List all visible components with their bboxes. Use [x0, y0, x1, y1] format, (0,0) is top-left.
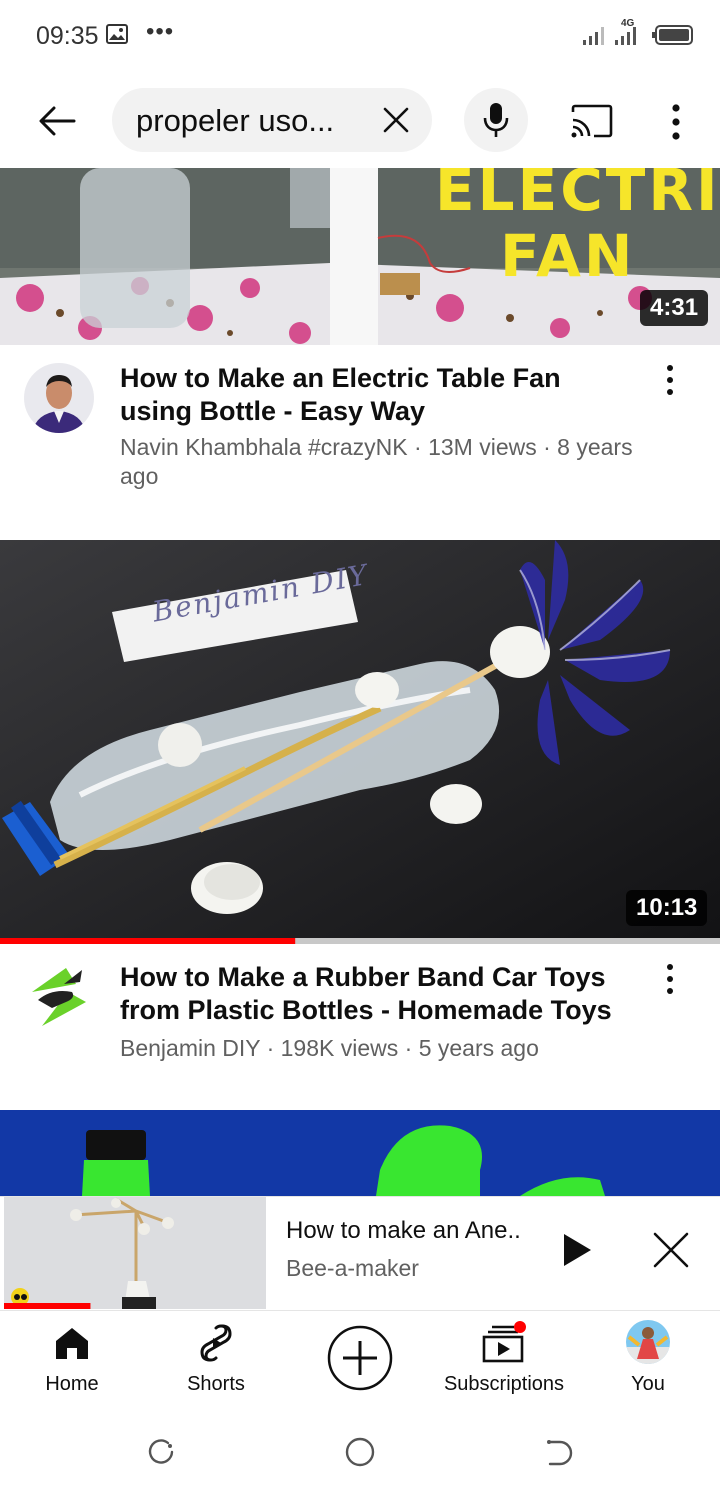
recent-apps-icon[interactable]	[146, 1438, 176, 1468]
close-icon[interactable]	[652, 1231, 690, 1269]
video-meta: Benjamin DIY · 198K views · 5 years ago	[120, 1035, 539, 1061]
nav-subscriptions[interactable]: Subscriptions	[444, 1311, 564, 1411]
mini-player[interactable]: How to make an Ane.. Bee-a-maker	[0, 1196, 720, 1309]
bottom-navigation: Home Shorts Subscriptions You	[0, 1310, 720, 1411]
nav-you[interactable]: You	[588, 1311, 708, 1411]
nav-subscriptions-label: Subscriptions	[443, 1373, 565, 1395]
more-vert-icon[interactable]	[666, 102, 686, 142]
battery-icon	[652, 25, 693, 45]
avatar-image	[24, 962, 94, 1032]
video-more-icon[interactable]	[662, 363, 678, 399]
duration-badge: 4:31	[640, 290, 709, 326]
mini-player-title[interactable]: How to make an Ane..	[286, 1217, 521, 1245]
home-icon	[56, 1328, 88, 1359]
video-title[interactable]: How to Make a Rubber Band Car Toys from …	[120, 961, 640, 1027]
thumbnail-caption: ELECTRIC	[435, 168, 720, 224]
gallery-icon	[106, 24, 128, 44]
thumbnail-caption: FAN	[500, 222, 636, 290]
video-more-icon[interactable]	[662, 962, 678, 998]
nav-shorts-label: Shorts	[187, 1373, 245, 1395]
cast-icon[interactable]	[570, 104, 614, 138]
video-thumbnail[interactable]: Benjamin DIY 10:13	[0, 540, 720, 944]
nav-home[interactable]: Home	[12, 1311, 132, 1411]
thumbnail-image	[0, 540, 720, 944]
back-arrow-icon[interactable]	[36, 100, 78, 142]
mini-player-channel: Bee-a-maker	[286, 1255, 419, 1281]
voice-search-button[interactable]	[464, 88, 528, 152]
mini-thumbnail-image	[4, 1197, 266, 1309]
mic-icon	[483, 103, 509, 137]
search-header: propeler uso...	[0, 78, 720, 168]
avatar-image	[24, 363, 94, 433]
home-button-icon[interactable]	[344, 1436, 376, 1468]
video-info[interactable]: How to Make a Rubber Band Car Toys from …	[0, 944, 720, 1104]
video-thumbnail[interactable]: ELECTRIC FAN 4:31	[0, 168, 720, 345]
duration-badge: 10:13	[626, 890, 708, 926]
signal-4g-icon	[615, 27, 636, 45]
clear-icon[interactable]	[382, 106, 410, 134]
search-input[interactable]: propeler uso...	[112, 88, 432, 152]
mini-progress-bar	[4, 1303, 91, 1309]
nav-create[interactable]	[300, 1311, 420, 1411]
play-icon[interactable]	[562, 1233, 592, 1267]
channel-avatar[interactable]	[24, 962, 94, 1032]
subscriptions-icon	[482, 1321, 526, 1363]
thumbnail-image	[0, 1110, 720, 1196]
nav-home-label: Home	[45, 1373, 99, 1395]
video-thumbnail[interactable]	[0, 1110, 720, 1196]
video-title[interactable]: How to Make an Electric Table Fan using …	[120, 362, 640, 428]
signal-icon	[583, 27, 604, 45]
profile-avatar-icon	[626, 1320, 670, 1364]
shorts-icon	[200, 1324, 232, 1362]
mini-player-thumbnail[interactable]	[4, 1197, 266, 1309]
channel-avatar[interactable]	[24, 363, 94, 433]
nav-you-label: You	[631, 1373, 665, 1395]
create-icon	[327, 1325, 393, 1391]
video-info[interactable]: How to Make an Electric Table Fan using …	[0, 345, 720, 535]
status-more-icon: •••	[146, 18, 175, 45]
status-bar: 09:35 ••• 4G	[0, 0, 720, 72]
video-meta: Navin Khambhala #crazyNK · 13M views · 8…	[120, 434, 633, 489]
back-button-icon[interactable]	[544, 1438, 574, 1468]
nav-shorts[interactable]: Shorts	[156, 1311, 276, 1411]
system-navigation-bar	[0, 1412, 720, 1500]
status-time: 09:35	[36, 22, 99, 50]
search-query-text[interactable]: propeler uso...	[136, 103, 334, 139]
